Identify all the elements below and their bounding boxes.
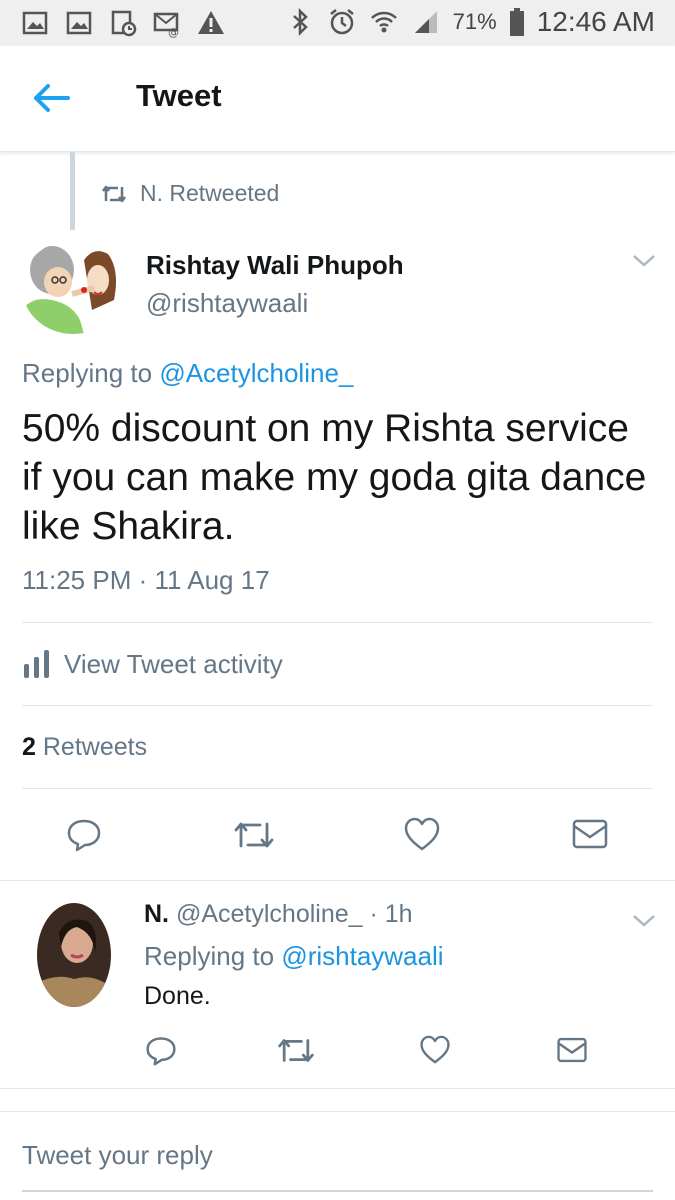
avatar-photo: [37, 903, 111, 1007]
reply-replying-to: Replying to @rishtaywaali: [144, 941, 444, 972]
divider: [22, 788, 653, 789]
heart-icon: [420, 1035, 450, 1064]
retweet-button[interactable]: [232, 818, 276, 852]
bluetooth-icon: [292, 7, 308, 37]
clock: 12:46 AM: [536, 6, 655, 37]
retweet-icon: [102, 185, 126, 202]
svg-text:@: @: [168, 26, 179, 38]
like-button[interactable]: [419, 1034, 451, 1065]
reply-input[interactable]: Tweet your reply: [22, 1140, 213, 1171]
reply-handle-time: @Acetylcholine_ · 1h: [175, 900, 413, 928]
warning-icon: [198, 11, 224, 34]
chevron-down-icon[interactable]: [630, 252, 658, 270]
retweet-context[interactable]: N. Retweeted: [100, 180, 279, 207]
divider: [22, 705, 653, 706]
replying-to: Replying to @Acetylcholine_: [22, 358, 353, 389]
reply-text: Done.: [144, 982, 211, 1010]
signal-icon: [414, 11, 437, 33]
email-icon: @: [153, 12, 179, 38]
retweet-count-number: 2: [22, 733, 36, 761]
envelope-icon: [557, 1037, 587, 1063]
gallery-icon: [66, 11, 92, 35]
reply-header: N. @Acetylcholine_ · 1h: [144, 900, 413, 929]
like-button[interactable]: [403, 816, 441, 852]
mention-link[interactable]: @rishtaywaali: [281, 941, 443, 971]
divider: [0, 880, 675, 881]
back-button[interactable]: [28, 78, 74, 118]
system-icons: 71% 12:46 AM: [285, 6, 655, 38]
screenshot-icon: [111, 10, 137, 37]
retweet-button[interactable]: [276, 1035, 316, 1066]
analytics-icon: [24, 650, 49, 678]
tweet-timestamp: 11:25 PM · 11 Aug 17: [22, 565, 270, 595]
tweet-text: 50% discount on my Rishta service if you…: [22, 407, 647, 548]
envelope-icon: [572, 819, 608, 849]
divider: [22, 622, 653, 623]
reply-button[interactable]: [145, 1034, 177, 1066]
section-separator: [0, 1088, 675, 1112]
avatar-illustration: [22, 240, 124, 334]
app-header: Tweet: [0, 46, 675, 152]
back-arrow-icon: [34, 84, 70, 112]
author-avatar[interactable]: [22, 240, 124, 334]
mention-link[interactable]: @Acetylcholine_: [159, 358, 353, 388]
reply-avatar[interactable]: [37, 903, 111, 1007]
thread-line: [70, 152, 75, 230]
alarm-icon: [329, 9, 354, 35]
replying-prefix: Replying to: [22, 358, 153, 388]
chevron-down-icon[interactable]: [630, 912, 658, 930]
author-name[interactable]: Rishtay Wali Phupoh: [146, 250, 404, 281]
retweet-context-label: N. Retweeted: [140, 180, 280, 206]
reply-icon: [67, 819, 101, 852]
direct-message-button[interactable]: [571, 818, 609, 850]
input-underline: [22, 1190, 653, 1192]
view-tweet-activity-button[interactable]: View Tweet activity: [22, 648, 283, 680]
reply-button[interactable]: [66, 816, 102, 852]
status-bar: @ 71% 12:46 AM: [0, 0, 675, 46]
reply-composer: Tweet your reply: [0, 1112, 675, 1200]
activity-label: View Tweet activity: [64, 648, 283, 679]
direct-message-button[interactable]: [556, 1036, 588, 1064]
reply-author-name[interactable]: N.: [144, 900, 169, 928]
page-title: Tweet: [136, 78, 222, 113]
replying-prefix: Replying to: [144, 941, 275, 971]
retweet-icon: [234, 822, 274, 848]
notification-icons: @: [20, 8, 226, 38]
retweet-icon: [278, 1039, 314, 1062]
author-handle[interactable]: @rishtaywaali: [146, 288, 308, 319]
reply-icon: [146, 1037, 176, 1066]
battery-icon: [509, 8, 524, 36]
heart-icon: [404, 817, 440, 851]
retweet-count[interactable]: 2 Retweets: [22, 733, 147, 762]
wifi-icon: [370, 11, 397, 33]
battery-percent: 71%: [452, 9, 497, 34]
retweet-count-label: Retweets: [42, 733, 148, 761]
gallery-icon: [22, 11, 48, 35]
